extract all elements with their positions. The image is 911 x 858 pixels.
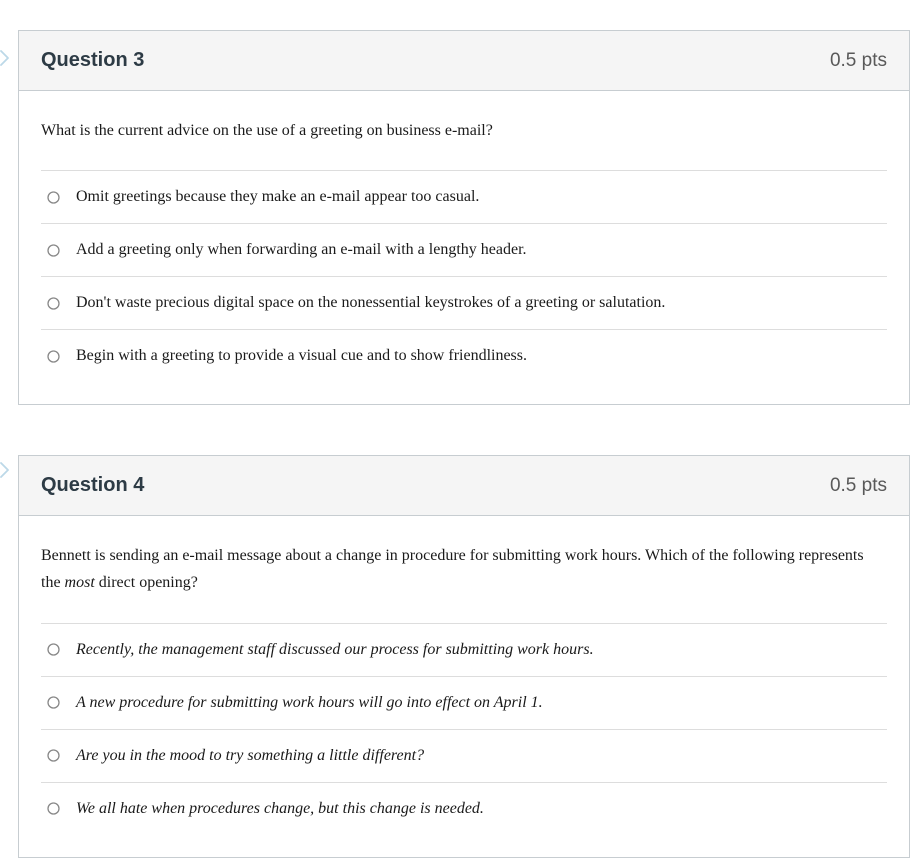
radio-icon [47,191,60,204]
answer-list: Recently, the management staff discussed… [41,623,887,835]
radio-icon [47,749,60,762]
question-header: Question 4 0.5 pts [19,456,909,516]
question-prompt: What is the current advice on the use of… [41,117,887,144]
radio-icon [47,244,60,257]
question-title: Question 3 [41,49,144,72]
answer-label: Add a greeting only when forwarding an e… [76,238,527,262]
answer-label: Recently, the management staff discussed… [76,638,594,662]
question-points: 0.5 pts [830,50,887,72]
question-body: What is the current advice on the use of… [19,91,909,404]
question-card: Question 4 0.5 pts Bennett is sending an… [18,455,910,857]
chevron-right-icon [0,462,10,478]
answer-option[interactable]: Are you in the mood to try something a l… [41,730,887,783]
radio-icon [47,643,60,656]
radio-icon [47,696,60,709]
answer-option[interactable]: Recently, the management staff discussed… [41,624,887,677]
answer-list: Omit greetings because they make an e-ma… [41,170,887,382]
answer-label: Are you in the mood to try something a l… [76,744,424,768]
answer-label: Begin with a greeting to provide a visua… [76,344,527,368]
radio-icon [47,802,60,815]
question-card: Question 3 0.5 pts What is the current a… [18,30,910,405]
answer-option[interactable]: Begin with a greeting to provide a visua… [41,330,887,382]
answer-label: We all hate when procedures change, but … [76,797,484,821]
answer-label: A new procedure for submitting work hour… [76,691,543,715]
answer-option[interactable]: We all hate when procedures change, but … [41,783,887,835]
answer-label: Don't waste precious digital space on th… [76,291,665,315]
question-prompt: Bennett is sending an e-mail message abo… [41,542,887,596]
answer-option[interactable]: Don't waste precious digital space on th… [41,277,887,330]
question-header: Question 3 0.5 pts [19,31,909,91]
question-title: Question 4 [41,474,144,497]
question-body: Bennett is sending an e-mail message abo… [19,516,909,856]
answer-option[interactable]: Add a greeting only when forwarding an e… [41,224,887,277]
answer-label: Omit greetings because they make an e-ma… [76,185,479,209]
answer-option[interactable]: A new procedure for submitting work hour… [41,677,887,730]
radio-icon [47,350,60,363]
question-points: 0.5 pts [830,475,887,497]
chevron-right-icon [0,50,10,66]
radio-icon [47,297,60,310]
answer-option[interactable]: Omit greetings because they make an e-ma… [41,171,887,224]
